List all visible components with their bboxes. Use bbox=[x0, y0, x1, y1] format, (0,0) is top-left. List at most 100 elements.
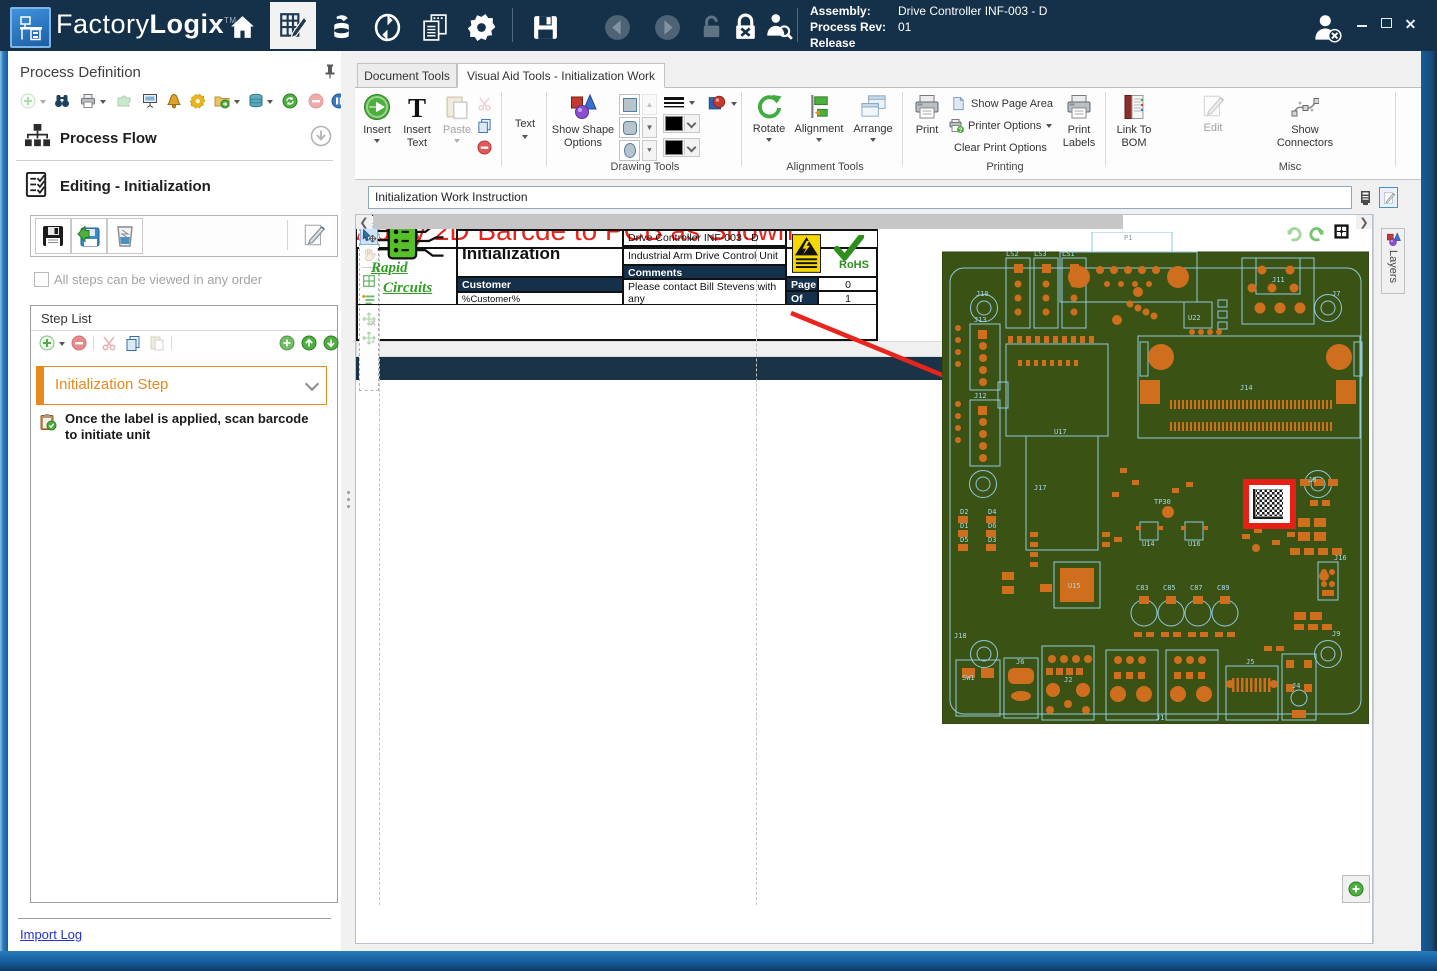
pin-icon[interactable] bbox=[322, 63, 338, 84]
shape-effects-button[interactable] bbox=[707, 94, 737, 114]
printer-options-button[interactable]: Printer Options bbox=[948, 118, 1052, 134]
svg-text:J14: J14 bbox=[1240, 384, 1253, 392]
edit-button[interactable]: Edit bbox=[1193, 93, 1233, 135]
gallery-more-button[interactable]: ⯆ bbox=[642, 140, 657, 161]
print-labels-button[interactable]: PrintLabels bbox=[1057, 93, 1101, 150]
lock-release-button[interactable] bbox=[728, 10, 762, 44]
panel-splitter[interactable] bbox=[341, 51, 355, 951]
process-flow-header[interactable]: Process Flow bbox=[60, 130, 157, 147]
shape-rounded-button[interactable] bbox=[619, 117, 640, 138]
remove-step-icon[interactable] bbox=[71, 335, 87, 356]
work-instruction-title-input[interactable] bbox=[368, 186, 1352, 209]
print-icon[interactable] bbox=[80, 93, 96, 114]
clear-print-options-button[interactable]: Clear Print Options bbox=[954, 142, 1047, 154]
delete-shape-icon[interactable] bbox=[477, 140, 492, 160]
maximize-button[interactable] bbox=[1376, 15, 1396, 31]
insert-step-icon[interactable] bbox=[279, 335, 295, 356]
forward-button[interactable] bbox=[650, 10, 684, 44]
any-order-checkbox[interactable] bbox=[34, 272, 49, 287]
add-step-icon[interactable] bbox=[39, 335, 55, 356]
save-step-button[interactable] bbox=[35, 218, 71, 254]
tab-document-tools[interactable]: Document Tools bbox=[357, 63, 457, 88]
text-dropdown-button[interactable]: Text bbox=[505, 118, 545, 139]
unlock-icon[interactable] bbox=[694, 10, 728, 44]
save-button[interactable] bbox=[528, 10, 562, 44]
save-import-button[interactable] bbox=[71, 218, 107, 254]
documents-button[interactable] bbox=[418, 10, 452, 44]
step-item-label: Initialization Step bbox=[55, 376, 168, 393]
move-cancel-tool-icon[interactable] bbox=[360, 309, 378, 328]
visual-aid-canvas[interactable]: Apply 2D Barcde to PCB as Shown bbox=[355, 214, 1373, 944]
home-button[interactable] bbox=[225, 10, 259, 44]
audit-search-button[interactable] bbox=[762, 10, 796, 44]
insert-text-button[interactable]: TInsertText bbox=[397, 93, 437, 150]
esd-warning-icon bbox=[792, 234, 821, 277]
export-folder-icon[interactable] bbox=[214, 93, 230, 114]
settings-gear-button[interactable] bbox=[464, 10, 498, 44]
refresh-icon[interactable] bbox=[282, 93, 298, 114]
work-instruction-label[interactable]: Rapid Circuits Operation Initialization … bbox=[356, 247, 878, 341]
sync-button[interactable] bbox=[370, 10, 404, 44]
insert-button[interactable]: Insert bbox=[359, 93, 395, 143]
show-shape-options-button[interactable]: Show ShapeOptions bbox=[551, 93, 615, 150]
fill-color-picker[interactable] bbox=[663, 138, 700, 157]
cut-icon[interactable] bbox=[101, 335, 117, 356]
line-color-picker[interactable] bbox=[663, 114, 700, 133]
link-to-bom-button[interactable]: Link ToBOM bbox=[1111, 93, 1157, 150]
shape-ellipse-button[interactable] bbox=[619, 140, 640, 161]
import-log-link[interactable]: Import Log bbox=[20, 927, 82, 942]
line-style-button[interactable] bbox=[663, 96, 695, 110]
layers-tab[interactable]: Layers bbox=[1381, 228, 1405, 294]
paste-button[interactable]: Paste bbox=[439, 93, 475, 143]
show-page-area-button[interactable]: Show Page Area bbox=[951, 96, 1053, 111]
logout-user-button[interactable] bbox=[1310, 11, 1344, 45]
close-button[interactable] bbox=[1400, 15, 1420, 31]
alignment-button[interactable]: Alignment bbox=[793, 93, 845, 142]
print-button[interactable]: Print bbox=[907, 93, 947, 137]
add-dropdown-icon[interactable] bbox=[40, 100, 46, 104]
pcb-image[interactable]: P1LS2LS3LS1J10J11J7J13J12U22J14U17J17TP3… bbox=[942, 232, 1369, 724]
export-dropdown-icon[interactable] bbox=[234, 100, 240, 104]
show-connectors-button[interactable]: ShowConnectors bbox=[1265, 93, 1345, 150]
back-button[interactable] bbox=[600, 10, 634, 44]
add-annotation-button[interactable] bbox=[1342, 875, 1370, 903]
database-icon[interactable] bbox=[248, 93, 264, 114]
collapse-down-icon[interactable] bbox=[310, 125, 332, 152]
copy-icon[interactable] bbox=[477, 118, 492, 138]
gallery-down-button[interactable]: ▼ bbox=[642, 117, 657, 138]
move-up-icon[interactable] bbox=[301, 335, 317, 356]
edit-step-button[interactable] bbox=[297, 218, 331, 252]
minimize-button[interactable] bbox=[1352, 18, 1372, 34]
move-down-icon[interactable] bbox=[323, 335, 339, 356]
process-definition-nav-button[interactable] bbox=[270, 2, 316, 49]
step-item-initialization[interactable]: Initialization Step bbox=[36, 366, 327, 405]
gear-star-icon[interactable] bbox=[190, 93, 206, 114]
projector-icon[interactable] bbox=[142, 93, 158, 114]
step-expand-chevron-icon[interactable] bbox=[305, 377, 319, 391]
production-button[interactable] bbox=[324, 10, 358, 44]
edit-title-button[interactable] bbox=[1379, 187, 1398, 208]
arrange-button[interactable]: Arrange bbox=[847, 93, 899, 142]
paste-icon[interactable] bbox=[149, 335, 165, 356]
print-dropdown-icon[interactable] bbox=[100, 100, 106, 104]
puzzle-icon[interactable] bbox=[116, 93, 132, 114]
scroll-left-icon[interactable]: ❮ bbox=[356, 215, 372, 229]
scroll-right-icon[interactable]: ❯ bbox=[1356, 215, 1372, 229]
copy-icon[interactable] bbox=[125, 335, 141, 356]
database-dropdown-icon[interactable] bbox=[267, 100, 273, 104]
tab-visual-aid-tools[interactable]: Visual Aid Tools - Initialization Work bbox=[457, 63, 665, 88]
remove-icon[interactable] bbox=[308, 93, 324, 114]
discard-button[interactable] bbox=[107, 218, 143, 254]
search-binoculars-icon[interactable] bbox=[54, 93, 70, 114]
vertical-scrollbar[interactable] bbox=[1373, 214, 1374, 944]
bell-icon[interactable] bbox=[166, 93, 182, 114]
add-step-dropdown-icon[interactable] bbox=[59, 342, 65, 346]
gallery-up-button[interactable]: ▲ bbox=[642, 94, 657, 115]
cut-icon[interactable] bbox=[477, 96, 492, 116]
shape-rectangle-button[interactable] bbox=[619, 94, 640, 115]
scrollbar-thumb[interactable] bbox=[373, 215, 1123, 229]
rotate-button[interactable]: Rotate bbox=[747, 93, 791, 142]
report-print-icon[interactable] bbox=[1357, 187, 1375, 208]
move-anchor-tool-icon[interactable] bbox=[360, 328, 378, 347]
add-icon[interactable] bbox=[20, 93, 36, 114]
